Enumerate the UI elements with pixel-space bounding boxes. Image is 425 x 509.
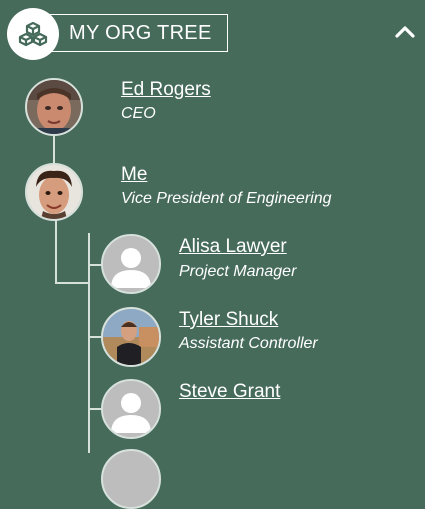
person-name-link[interactable]: Ed Rogers: [121, 79, 211, 101]
person-name-link[interactable]: Alisa Lawyer: [179, 236, 287, 258]
connector-line: [55, 220, 57, 284]
user-placeholder-icon: [103, 236, 159, 292]
person-title: Assistant Controller: [179, 335, 318, 352]
collapse-button[interactable]: [394, 22, 416, 40]
page-title: MY ORG TREE: [69, 22, 212, 44]
avatar[interactable]: [101, 307, 161, 367]
person-name-link[interactable]: Steve Grant: [179, 381, 280, 403]
header-icon-badge: [7, 8, 59, 60]
person-title: Project Manager: [179, 263, 297, 280]
person-title: CEO: [121, 105, 156, 122]
avatar[interactable]: [101, 234, 161, 294]
avatar[interactable]: [101, 379, 161, 439]
avatar[interactable]: [101, 449, 161, 509]
chevron-up-icon: [395, 26, 415, 38]
person-name-link[interactable]: Me: [121, 164, 147, 186]
person-name-link[interactable]: Tyler Shuck: [179, 309, 278, 331]
connector-line: [88, 408, 102, 410]
user-placeholder-icon: [103, 381, 159, 437]
avatar[interactable]: [25, 78, 83, 136]
connector-line: [88, 233, 90, 453]
boxes-icon: [18, 21, 48, 47]
avatar-photo: [103, 309, 159, 365]
person-title: Vice President of Engineering: [121, 190, 332, 207]
avatar-photo: [27, 80, 81, 134]
avatar-photo: [27, 165, 81, 219]
connector-line: [88, 336, 102, 338]
avatar[interactable]: [25, 163, 83, 221]
connector-line: [55, 282, 89, 284]
connector-line: [53, 134, 55, 164]
connector-line: [88, 264, 102, 266]
